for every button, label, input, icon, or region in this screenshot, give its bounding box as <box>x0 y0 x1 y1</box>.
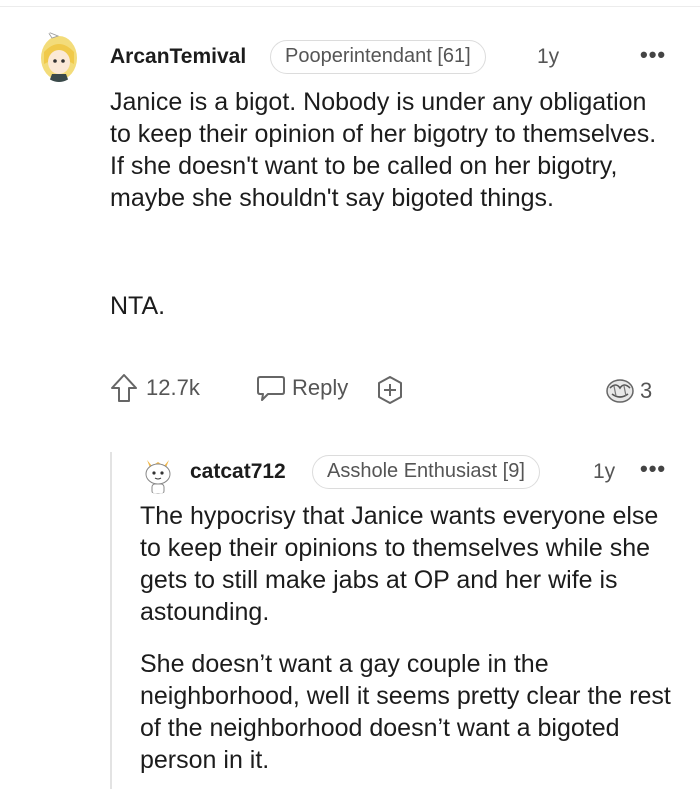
comment-body: Janice is a bigot. Nobody is under any o… <box>110 86 670 322</box>
upvote-button[interactable]: 12.7k <box>110 373 200 403</box>
upvote-count: 12.7k <box>146 375 200 400</box>
reply-paragraph: She doesn’t want a gay couple in the nei… <box>140 650 671 774</box>
add-award-icon <box>375 375 405 405</box>
top-divider <box>0 6 700 7</box>
reply-avatar[interactable] <box>140 452 176 494</box>
reply-age: 1y <box>593 460 616 483</box>
reply-paragraph: The hypocrisy that Janice wants everyone… <box>140 502 659 626</box>
comment-paragraph: NTA. <box>110 292 166 320</box>
commenter-avatar[interactable] <box>38 30 80 82</box>
award-hands-icon <box>604 376 636 406</box>
thread-line[interactable] <box>110 452 112 789</box>
comment-paragraph: Janice is a bigot. Nobody is under any o… <box>110 88 657 212</box>
comment-more-options-icon[interactable]: ••• <box>640 42 666 68</box>
reply-user-flair: Asshole Enthusiast [9] <box>312 455 540 489</box>
comment-age: 1y <box>537 45 560 68</box>
upvote-arrow-icon <box>110 373 138 403</box>
comment-user-flair: Pooperintendant [61] <box>270 40 486 74</box>
reply-bubble-icon <box>256 374 286 402</box>
reply-button[interactable]: Reply <box>256 374 348 402</box>
awards-count: 3 <box>640 378 653 403</box>
reply-body: The hypocrisy that Janice wants everyone… <box>140 500 680 776</box>
reply-label: Reply <box>292 375 349 400</box>
awards-display[interactable]: 3 <box>604 376 652 406</box>
reply-username[interactable]: catcat712 <box>190 460 286 484</box>
reply-more-options-icon[interactable]: ••• <box>640 456 666 482</box>
add-award-button[interactable] <box>375 375 405 405</box>
comment-username[interactable]: ArcanTemival <box>110 45 246 69</box>
